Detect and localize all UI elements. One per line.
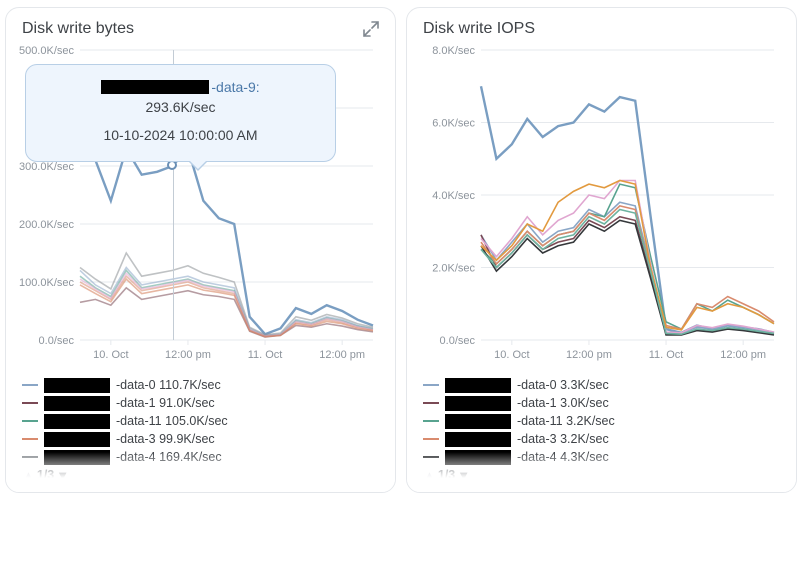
- redacted-block: [44, 432, 110, 447]
- legend-label: -data-11 105.0K/sec: [116, 414, 228, 428]
- panel-header: Disk write bytes: [22, 20, 379, 38]
- pager-next-icon[interactable]: ▼: [457, 469, 470, 482]
- redacted-block: [44, 450, 110, 465]
- svg-text:12:00 pm: 12:00 pm: [720, 349, 766, 361]
- legend-color-swatch: [423, 384, 439, 386]
- legend-item[interactable]: -data-1 3.0K/sec: [423, 394, 780, 412]
- legend-item[interactable]: -data-3 99.9K/sec: [22, 430, 379, 448]
- series-line: [481, 181, 774, 330]
- pager-label: 1/3: [438, 468, 455, 482]
- legend-color-swatch: [22, 438, 38, 440]
- chart-disk-write-bytes[interactable]: -data-9: 293.6K/sec 10-10-2024 10:00:00 …: [22, 44, 379, 364]
- legend-label: -data-3 3.2K/sec: [517, 432, 609, 446]
- redacted-block: [445, 396, 511, 411]
- svg-text:11. Oct: 11. Oct: [649, 349, 684, 361]
- legend-color-swatch: [22, 420, 38, 422]
- legend-disk-write-iops: -data-0 3.3K/sec -data-1 3.0K/sec -data-11…: [423, 376, 780, 466]
- redacted-block: [445, 414, 511, 429]
- redacted-block: [44, 378, 110, 393]
- svg-text:8.0K/sec: 8.0K/sec: [432, 45, 475, 57]
- svg-text:0.0/sec: 0.0/sec: [440, 335, 476, 347]
- svg-text:2.0K/sec: 2.0K/sec: [432, 263, 475, 275]
- svg-text:12:00 pm: 12:00 pm: [566, 349, 612, 361]
- legend-label: -data-1 3.0K/sec: [517, 396, 609, 410]
- svg-text:12:00 pm: 12:00 pm: [319, 349, 365, 361]
- panel-header: Disk write IOPS: [423, 20, 780, 38]
- svg-text:4.0K/sec: 4.0K/sec: [432, 190, 475, 202]
- svg-text:12:00 pm: 12:00 pm: [165, 349, 211, 361]
- series-line: [481, 86, 774, 333]
- pager-prev-icon[interactable]: ▲: [423, 469, 436, 482]
- legend-item[interactable]: -data-11 105.0K/sec: [22, 412, 379, 430]
- svg-text:11. Oct: 11. Oct: [248, 349, 283, 361]
- legend-disk-write-bytes: -data-0 110.7K/sec -data-1 91.0K/sec -data…: [22, 376, 379, 466]
- pager: ▲ 1/3 ▼: [22, 468, 379, 482]
- legend-label: -data-11 3.2K/sec: [517, 414, 615, 428]
- svg-text:10. Oct: 10. Oct: [494, 349, 529, 361]
- redacted-block: [44, 414, 110, 429]
- legend-color-swatch: [22, 402, 38, 404]
- redacted-block: [44, 396, 110, 411]
- legend-color-swatch: [22, 384, 38, 386]
- redacted-block: [445, 450, 511, 465]
- svg-text:0.0/sec: 0.0/sec: [39, 335, 75, 347]
- dashboard-panels: Disk write bytes -data-9: 293.6K/sec 10-…: [5, 7, 797, 493]
- redacted-block: [101, 80, 209, 94]
- expand-icon[interactable]: [363, 21, 379, 37]
- series-line: [80, 279, 373, 336]
- pager-prev-icon[interactable]: ▲: [22, 469, 35, 482]
- legend-item[interactable]: -data-0 3.3K/sec: [423, 376, 780, 394]
- legend-color-swatch: [22, 456, 38, 458]
- legend-item[interactable]: -data-11 3.2K/sec: [423, 412, 780, 430]
- pager: ▲ 1/3 ▼: [423, 468, 780, 482]
- legend-color-swatch: [423, 456, 439, 458]
- panel-disk-write-iops: Disk write IOPS 0.0/sec 2.0K/sec 4.0K/sec 6…: [406, 7, 797, 493]
- chart-disk-write-iops[interactable]: 0.0/sec 2.0K/sec 4.0K/sec 6.0K/sec 8.0K/sec 1…: [423, 44, 780, 364]
- legend-label: -data-0 110.7K/sec: [116, 378, 221, 392]
- chart-tooltip: -data-9: 293.6K/sec 10-10-2024 10:00:00 …: [25, 64, 336, 162]
- panel-title: Disk write bytes: [22, 20, 134, 38]
- legend-item[interactable]: -data-4 169.4K/sec: [22, 448, 379, 466]
- redacted-block: [445, 378, 511, 393]
- svg-text:100.0K/sec: 100.0K/sec: [19, 277, 75, 289]
- legend-color-swatch: [423, 420, 439, 422]
- panel-disk-write-bytes: Disk write bytes -data-9: 293.6K/sec 10-…: [5, 7, 396, 493]
- series-line: [80, 288, 373, 337]
- legend-item[interactable]: -data-1 91.0K/sec: [22, 394, 379, 412]
- panel-title: Disk write IOPS: [423, 20, 535, 38]
- legend-item[interactable]: -data-4 4.3K/sec: [423, 448, 780, 466]
- legend-label: -data-4 169.4K/sec: [116, 450, 222, 464]
- tooltip-arrow-icon: [188, 161, 208, 171]
- svg-text:200.0K/sec: 200.0K/sec: [19, 219, 75, 231]
- legend-label: -data-4 4.3K/sec: [517, 450, 609, 464]
- legend-item[interactable]: -data-3 3.2K/sec: [423, 430, 780, 448]
- legend-label: -data-0 3.3K/sec: [517, 378, 609, 392]
- pager-next-icon[interactable]: ▼: [56, 469, 69, 482]
- legend-label: -data-1 91.0K/sec: [116, 396, 215, 410]
- pager-label: 1/3: [37, 468, 54, 482]
- series-line: [481, 184, 774, 329]
- svg-text:300.0K/sec: 300.0K/sec: [19, 161, 75, 173]
- svg-text:500.0K/sec: 500.0K/sec: [19, 45, 75, 57]
- svg-text:10. Oct: 10. Oct: [93, 349, 128, 361]
- legend-color-swatch: [423, 402, 439, 404]
- legend-item[interactable]: -data-0 110.7K/sec: [22, 376, 379, 394]
- svg-text:6.0K/sec: 6.0K/sec: [432, 118, 475, 130]
- tooltip-timestamp: 10-10-2024 10:00:00 AM: [36, 127, 325, 143]
- tooltip-value: 293.6K/sec: [36, 99, 325, 115]
- tooltip-series: -data-9:: [36, 79, 325, 95]
- legend-color-swatch: [423, 438, 439, 440]
- legend-label: -data-3 99.9K/sec: [116, 432, 215, 446]
- redacted-block: [445, 432, 511, 447]
